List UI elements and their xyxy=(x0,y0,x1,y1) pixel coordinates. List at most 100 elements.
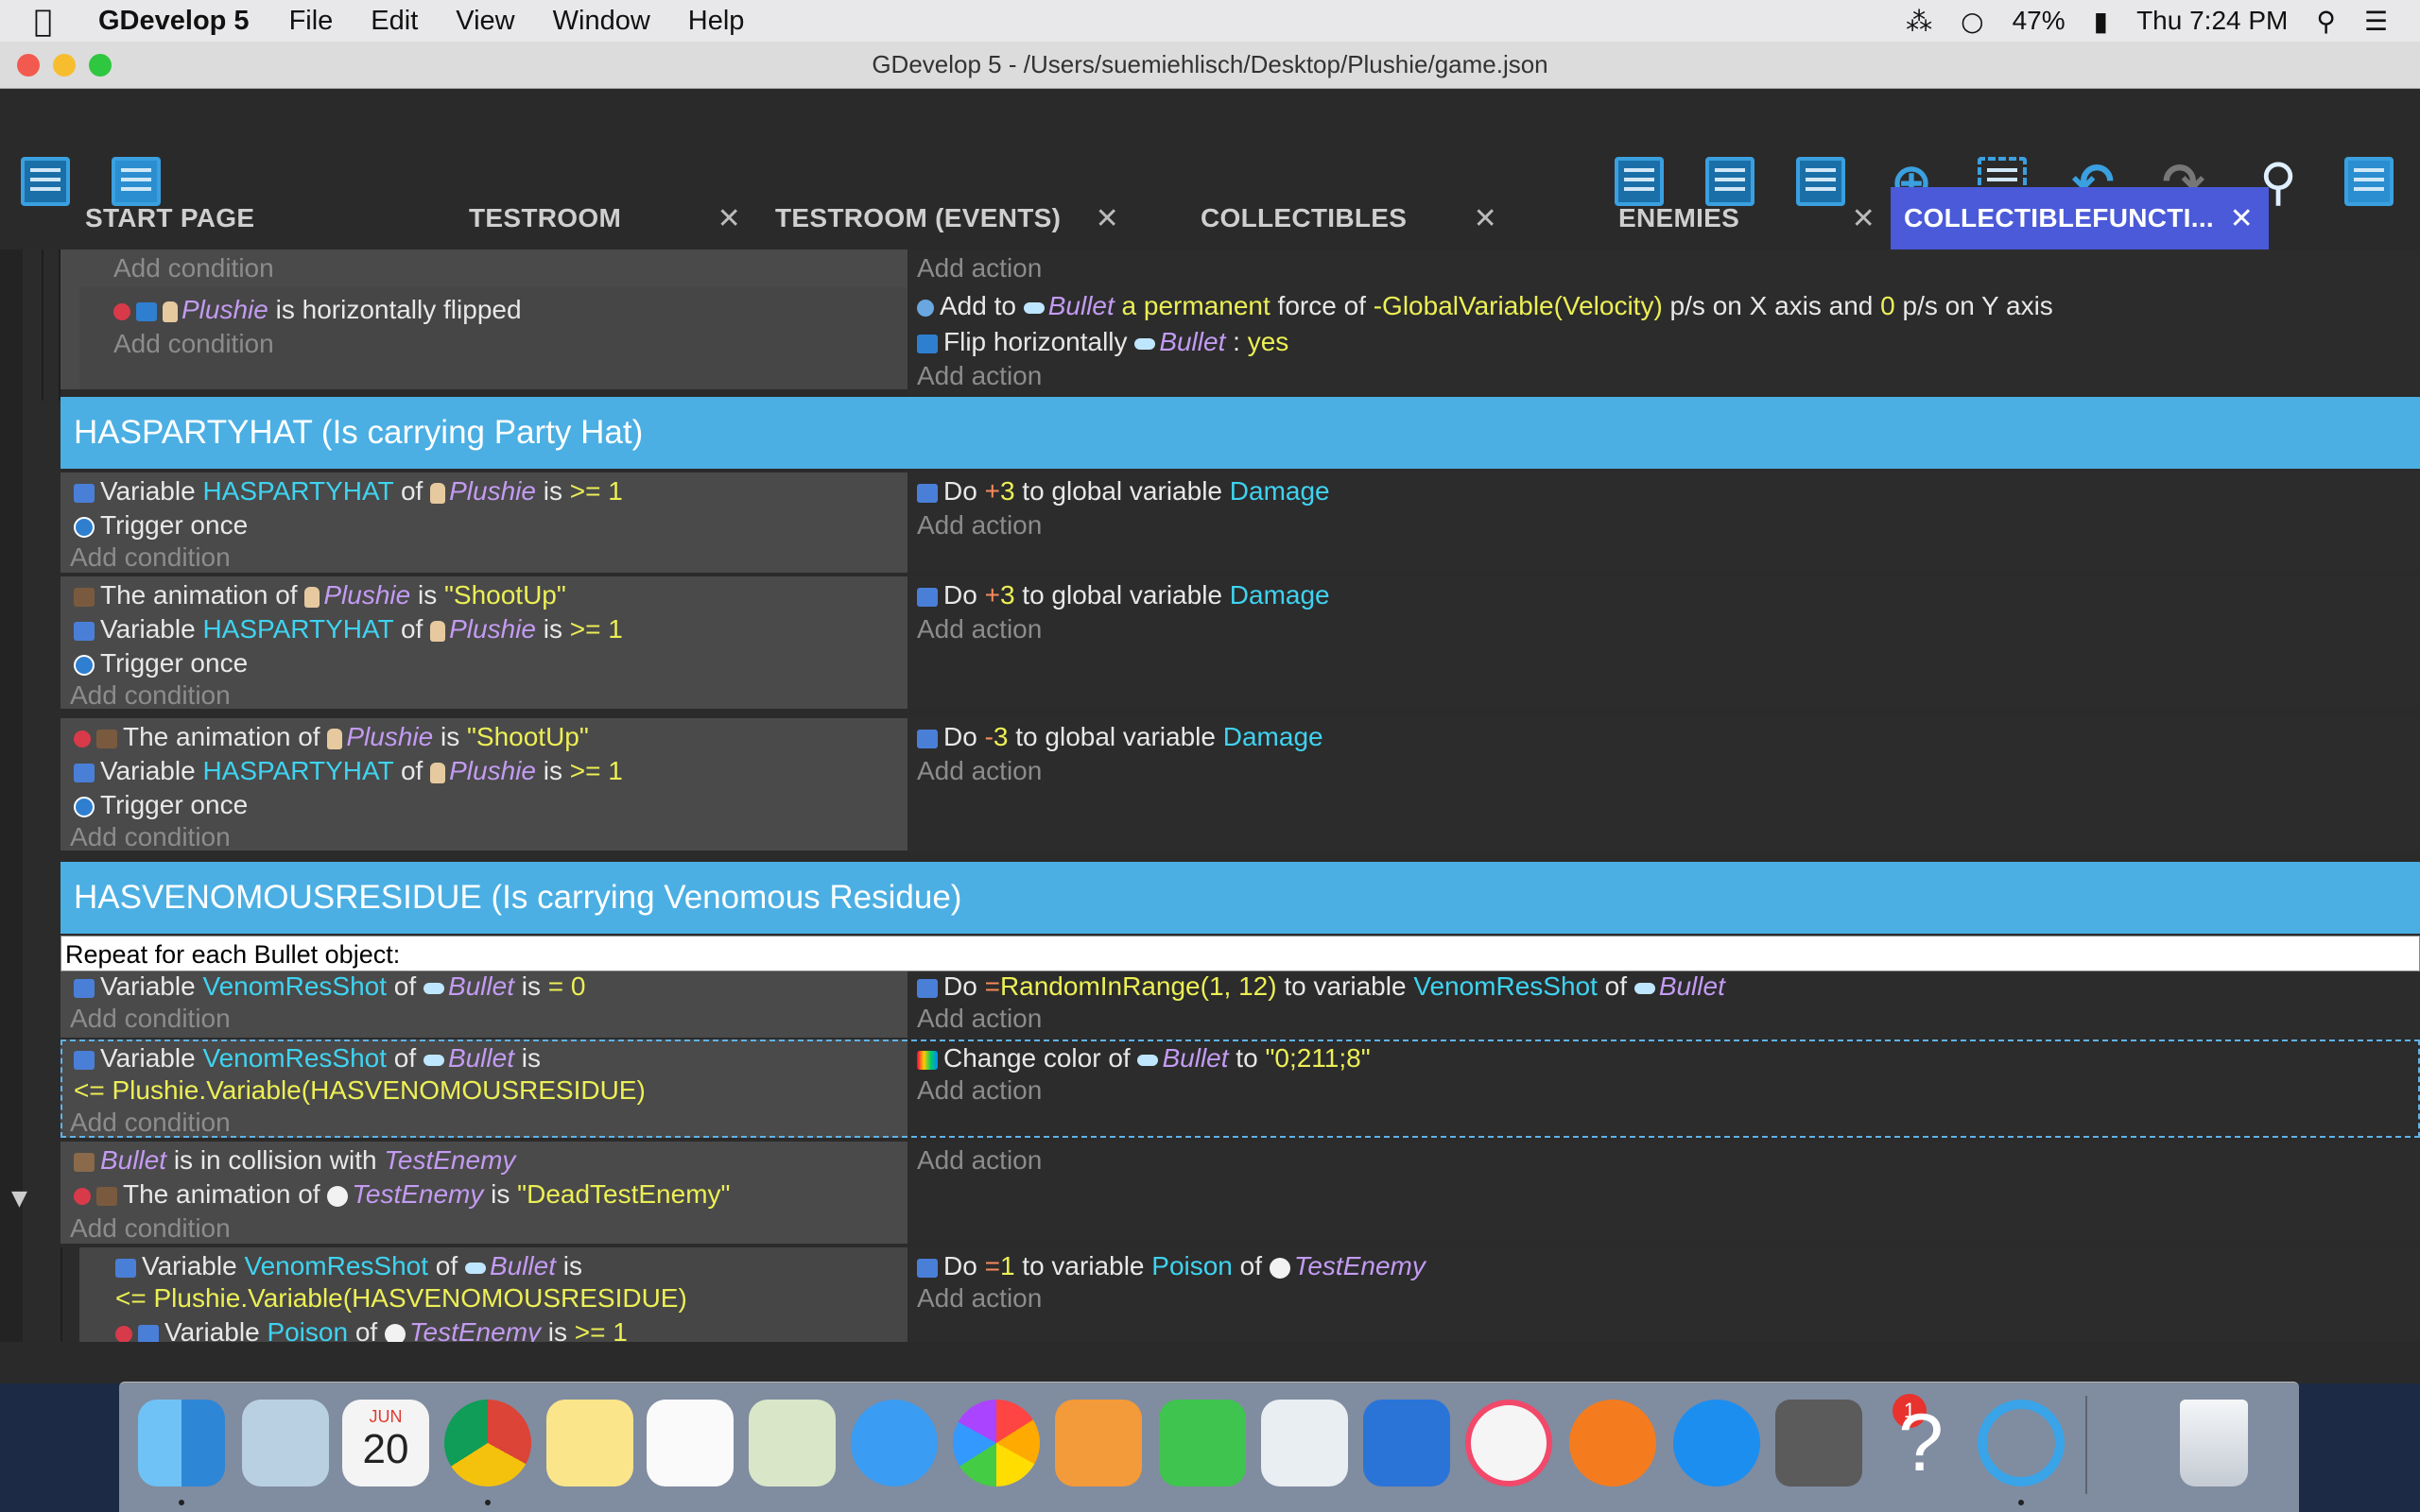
gdevelop-icon[interactable] xyxy=(1978,1400,2065,1486)
event-conditions[interactable]: Variable VenomResShot of Bullet is = 0 A… xyxy=(60,971,908,1038)
event-actions[interactable]: Do -3 to global variable Damage Add acti… xyxy=(909,718,2420,850)
event-actions[interactable]: Do +3 to global variable Damage Add acti… xyxy=(909,472,2420,573)
add-action-link[interactable]: Add action xyxy=(917,359,1042,393)
action-do-global[interactable]: Do -3 to global variable Damage xyxy=(917,720,1323,754)
condition-animation-inverted[interactable]: The animation of Plushie is "ShootUp" xyxy=(74,720,589,754)
add-condition-link[interactable]: Add condition xyxy=(70,820,231,854)
action-add-force[interactable]: Add to Bullet a permanent force of -Glob… xyxy=(917,289,2053,323)
event-conditions[interactable]: Bullet is in collision with TestEnemy Th… xyxy=(60,1142,908,1244)
condition-trigger-once[interactable]: Trigger once xyxy=(74,788,248,822)
battery-percent[interactable]: 47% xyxy=(2013,6,2066,36)
condition-variable[interactable]: Variable VenomResShot of Bullet is = 0 xyxy=(74,970,585,1004)
event-actions[interactable]: Add action xyxy=(909,1142,2420,1244)
condition-variable[interactable]: Variable VenomResShot of Bullet is xyxy=(115,1249,582,1283)
add-action-link[interactable]: Add action xyxy=(917,754,1042,788)
close-tab-icon[interactable]: ✕ xyxy=(1096,202,1119,235)
action-flip-horizontally[interactable]: Flip horizontally Bullet : yes xyxy=(917,325,1288,359)
close-tab-icon[interactable]: ✕ xyxy=(1852,202,1876,235)
mail-icon[interactable] xyxy=(242,1400,329,1486)
add-action-link[interactable]: Add action xyxy=(917,612,1042,646)
close-tab-icon[interactable]: ✕ xyxy=(717,202,741,235)
add-condition-link[interactable]: Add condition xyxy=(70,1002,231,1036)
tab-enemies[interactable]: ENEMIES ✕ xyxy=(1512,187,1891,249)
help-icon[interactable]: ? xyxy=(1877,1400,1964,1486)
event-actions[interactable]: Add action Add to Bullet a permanent for… xyxy=(909,249,2420,397)
spotlight-icon[interactable]: ⚲ xyxy=(2316,6,2336,37)
minimize-window-button[interactable] xyxy=(53,54,76,77)
menu-edit[interactable]: Edit xyxy=(371,6,418,37)
facetime-icon[interactable] xyxy=(1159,1400,1246,1486)
add-condition-link[interactable]: Add condition xyxy=(70,541,231,575)
condition-collision[interactable]: Bullet is in collision with TestEnemy xyxy=(74,1143,515,1177)
tab-testroom-events[interactable]: TESTROOM (EVENTS) ✕ xyxy=(756,187,1134,249)
action-set-variable[interactable]: Do =1 to variable Poison of TestEnemy xyxy=(917,1249,1426,1283)
sub-event-conditions[interactable]: Plushie is horizontally flipped Add cond… xyxy=(79,287,908,389)
reminders-icon[interactable] xyxy=(647,1400,734,1486)
app-store-icon[interactable] xyxy=(1673,1400,1760,1486)
events-sheet[interactable]: Add condition Plushie is horizontally fl… xyxy=(0,249,2420,1342)
notes-icon[interactable] xyxy=(546,1400,633,1486)
numbers-icon[interactable] xyxy=(1261,1400,1348,1486)
app-menu[interactable]: GDevelop 5 xyxy=(98,6,250,37)
finder-icon[interactable] xyxy=(138,1400,225,1486)
condition-animation[interactable]: The animation of Plushie is "ShootUp" xyxy=(74,578,566,612)
group-hasPartyHat[interactable]: HASPARTYHAT (Is carrying Party Hat) xyxy=(60,397,2420,469)
event-conditions[interactable]: The animation of Plushie is "ShootUp" Va… xyxy=(60,718,908,851)
battery-icon[interactable]: ▮ xyxy=(2094,6,2108,37)
maps-icon[interactable] xyxy=(749,1400,836,1486)
messages-icon[interactable] xyxy=(851,1400,938,1486)
chrome-icon[interactable] xyxy=(444,1400,531,1486)
tab-collectiblefunctions[interactable]: COLLECTIBLEFUNCTI... ✕ xyxy=(1891,187,2269,249)
collapse-arrow-icon[interactable]: ▼ xyxy=(11,1187,27,1211)
event-conditions[interactable]: Variable HASPARTYHAT of Plushie is >= 1 … xyxy=(60,472,908,573)
condition-flipped[interactable]: Plushie is horizontally flipped xyxy=(113,293,522,327)
event-actions[interactable]: Do +3 to global variable Damage Add acti… xyxy=(909,576,2420,709)
ibooks-icon[interactable] xyxy=(1569,1400,1656,1486)
action-do-global[interactable]: Do +3 to global variable Damage xyxy=(917,474,1330,508)
condition-expression[interactable]: <= Plushie.Variable(HASVENOMOUSRESIDUE) xyxy=(115,1281,687,1315)
condition-variable[interactable]: Variable HASPARTYHAT of Plushie is >= 1 xyxy=(74,612,623,646)
add-action-link[interactable]: Add action xyxy=(917,1281,1042,1315)
notification-center-icon[interactable]: ☰ xyxy=(2364,6,2388,37)
add-condition-link[interactable]: Add condition xyxy=(70,1211,231,1246)
add-action-link[interactable]: Add action xyxy=(917,508,1042,542)
event-actions[interactable]: Do =1 to variable Poison of TestEnemy Ad… xyxy=(909,1247,2420,1342)
group-hasVenomousResidue[interactable]: HASVENOMOUSRESIDUE (Is carrying Venomous… xyxy=(60,862,2420,934)
close-tab-icon[interactable]: ✕ xyxy=(1474,202,1497,235)
photos-icon[interactable] xyxy=(953,1400,1040,1486)
add-condition-link[interactable]: Add condition xyxy=(70,679,231,713)
event-actions[interactable]: Do =RandomInRange(1, 12) to variable Ven… xyxy=(909,971,2420,1038)
repeat-for-each-header[interactable]: Repeat for each Bullet object: xyxy=(60,936,2420,971)
bluetooth-icon[interactable]: ⁂ xyxy=(1906,6,1932,37)
add-condition-link[interactable]: Add condition xyxy=(113,327,274,361)
tab-collectibles[interactable]: COLLECTIBLES ✕ xyxy=(1134,187,1512,249)
menu-file[interactable]: File xyxy=(289,6,334,37)
close-window-button[interactable] xyxy=(17,54,40,77)
calendar-icon[interactable]: JUN 20 xyxy=(342,1400,429,1486)
action-do-global[interactable]: Do +3 to global variable Damage xyxy=(917,578,1330,612)
menu-window[interactable]: Window xyxy=(553,6,650,37)
condition-trigger-once[interactable]: Trigger once xyxy=(74,646,248,680)
apple-icon[interactable]:  xyxy=(34,3,72,39)
condition-variable[interactable]: Variable HASPARTYHAT of Plushie is >= 1 xyxy=(74,474,623,508)
zoom-window-button[interactable] xyxy=(89,54,112,77)
add-condition-link[interactable]: Add condition xyxy=(113,251,274,285)
tab-start-page[interactable]: START PAGE xyxy=(0,187,444,249)
condition-variable-inverted[interactable]: Variable Poison of TestEnemy is >= 1 xyxy=(115,1315,628,1342)
add-action-link[interactable]: Add action xyxy=(917,251,1042,285)
clock[interactable]: Thu 7:24 PM xyxy=(2136,6,2288,36)
wifi-icon[interactable]: ○ xyxy=(1961,6,1983,37)
menu-help[interactable]: Help xyxy=(688,6,745,37)
event-conditions[interactable]: The animation of Plushie is "ShootUp" Va… xyxy=(60,576,908,710)
keynote-icon[interactable] xyxy=(1363,1400,1450,1486)
add-action-link[interactable]: Add action xyxy=(917,1143,1042,1177)
add-action-link[interactable]: Add action xyxy=(917,1002,1042,1036)
condition-trigger-once[interactable]: Trigger once xyxy=(74,508,248,542)
trash-icon[interactable] xyxy=(2180,1400,2248,1486)
condition-animation-inverted[interactable]: The animation of TestEnemy is "DeadTestE… xyxy=(74,1177,730,1211)
pages-icon[interactable] xyxy=(1055,1400,1142,1486)
itunes-icon[interactable] xyxy=(1465,1400,1552,1486)
system-preferences-icon[interactable] xyxy=(1775,1400,1862,1486)
sub-event-conditions[interactable]: Variable VenomResShot of Bullet is <= Pl… xyxy=(79,1247,908,1342)
close-tab-icon[interactable]: ✕ xyxy=(2230,202,2254,235)
